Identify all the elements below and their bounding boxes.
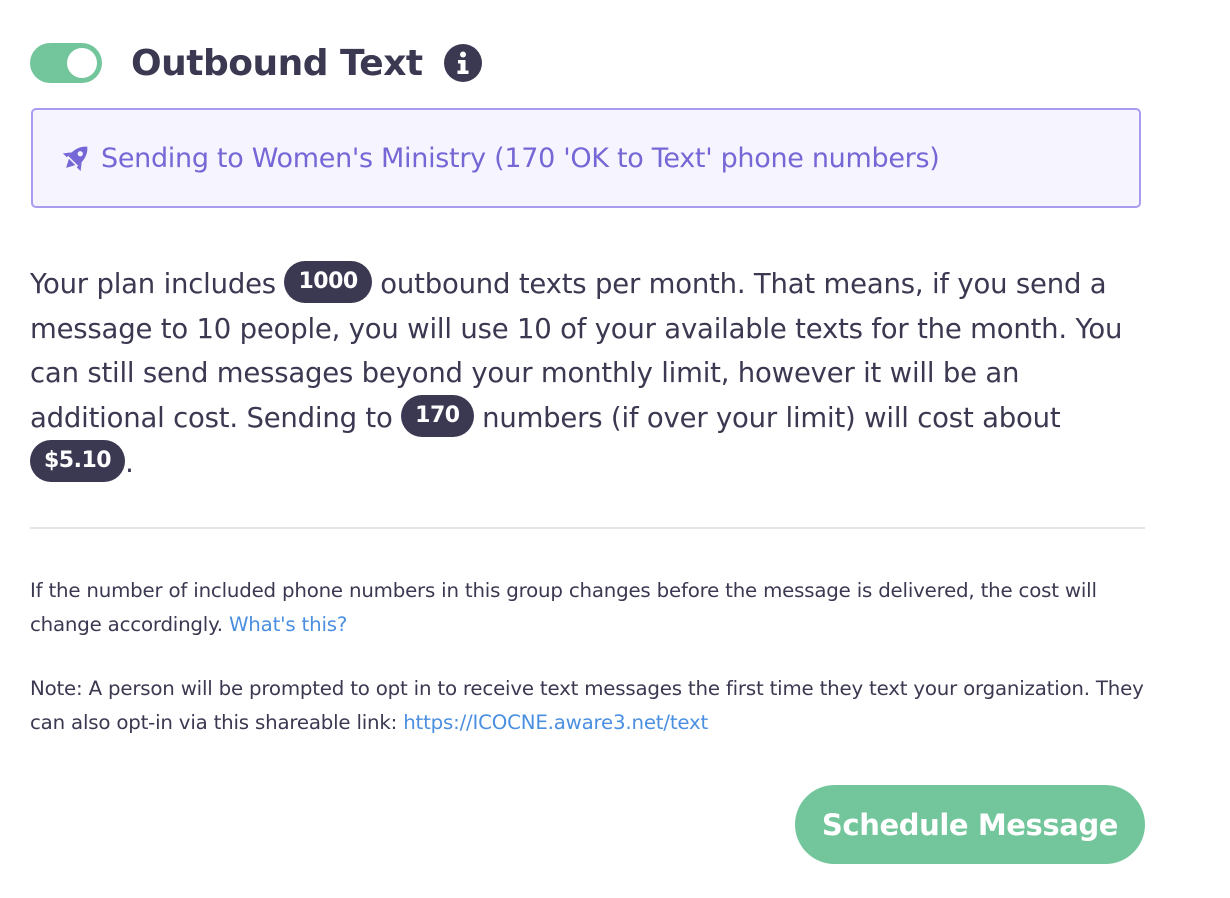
info-icon[interactable]: [443, 43, 483, 83]
recipient-count-badge: 170: [401, 395, 474, 438]
schedule-message-button[interactable]: Schedule Message: [795, 785, 1145, 864]
estimated-cost-badge: $5.10: [30, 439, 126, 482]
plan-text-part: numbers (if over your limit) will cost a…: [473, 402, 1061, 435]
recipient-banner-text: Sending to Women's Ministry (170 'OK to …: [101, 142, 940, 174]
opt-in-link[interactable]: https://ICOCNE.aware3.net/text: [403, 711, 708, 734]
plan-text-part: Your plan includes: [30, 268, 285, 300]
cost-change-text: If the number of included phone numbers …: [30, 579, 1097, 636]
section-header: Outbound Text: [30, 36, 483, 90]
divider: [30, 527, 1145, 529]
outbound-text-toggle[interactable]: [30, 43, 102, 83]
plan-text-part: .: [125, 446, 134, 479]
plan-description: Your plan includes 1000 outbound texts p…: [30, 261, 1155, 486]
included-texts-badge: 1000: [284, 261, 372, 303]
recipient-banner: Sending to Women's Ministry (170 'OK to …: [31, 108, 1141, 208]
rocket-icon: [59, 141, 93, 175]
toggle-knob: [67, 48, 97, 78]
section-title: Outbound Text: [131, 42, 423, 84]
whats-this-link[interactable]: What's this?: [229, 613, 347, 636]
opt-in-note: Note: A person will be prompted to opt i…: [30, 672, 1160, 740]
cost-change-note: If the number of included phone numbers …: [30, 574, 1160, 642]
